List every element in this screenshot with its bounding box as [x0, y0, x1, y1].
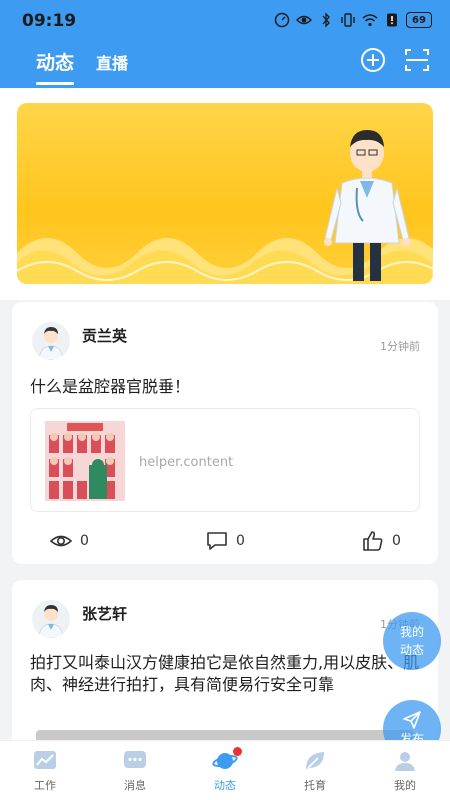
my-moments-button[interactable]: 我的 动态: [383, 612, 441, 670]
header-tabs: 动态 直播: [36, 48, 128, 85]
comment-icon: [207, 532, 227, 550]
top-bar: 09:19 69 动态 直播: [0, 0, 450, 88]
notification-badge: [233, 747, 242, 756]
thumbnail-image: [45, 421, 125, 501]
nav-label: 我的: [394, 779, 416, 792]
post-card[interactable]: 张艺轩 1分钟前 拍打又叫泰山汉方健康拍它是依自然重力,用以皮肤、肌肉、神经进行…: [12, 580, 438, 750]
post-time: 1分钟前: [380, 340, 420, 353]
tab-live[interactable]: 直播: [96, 50, 128, 85]
post-text: 什么是盆腔器官脱垂！: [30, 377, 191, 396]
sim-alert-icon: [387, 13, 397, 27]
nav-childcare[interactable]: 托育: [270, 741, 360, 800]
views-count: 0: [80, 533, 89, 549]
comments-count: 0: [236, 533, 245, 549]
user-icon: [395, 752, 415, 771]
avatar[interactable]: [32, 322, 70, 360]
leaf-icon: [306, 752, 324, 769]
status-icons: 69: [274, 12, 432, 28]
chart-icon: [34, 751, 56, 769]
nav-label: 动态: [214, 779, 236, 792]
link-preview[interactable]: helper.content: [30, 408, 420, 512]
bottom-nav: 工作 消息 动态 托育 我的: [0, 740, 450, 800]
post-author[interactable]: 张艺轩: [82, 603, 127, 624]
bluetooth-icon: [322, 12, 330, 28]
nav-label: 托育: [304, 779, 326, 792]
link-thumbnail: [45, 421, 125, 501]
link-text: helper.content: [139, 455, 234, 470]
nav-label: 消息: [124, 779, 146, 792]
nav-moments[interactable]: 动态: [180, 741, 270, 800]
banner[interactable]: [17, 103, 433, 284]
likes-stat[interactable]: 0: [362, 530, 401, 552]
tab-moments[interactable]: 动态: [36, 48, 75, 85]
post-text: 拍打又叫泰山汉方健康拍它是依自然重力,用以皮肤、肌肉、神经进行拍打，具有简便易行…: [30, 653, 420, 694]
wifi-icon: [362, 14, 378, 27]
thumbs-up-icon: [363, 531, 383, 551]
speed-icon: [274, 12, 290, 28]
message-icon: [124, 751, 146, 768]
doctor-avatar-icon: [38, 605, 64, 638]
my-moments-label-1: 我的: [399, 625, 424, 639]
header-actions: [360, 47, 430, 73]
my-moments-label-2: 动态: [399, 643, 424, 657]
doctor-avatar-icon: [38, 327, 64, 360]
vibrate-icon: [341, 13, 355, 27]
add-circle-icon[interactable]: [360, 47, 386, 73]
eye-icon: [296, 15, 312, 25]
likes-count: 0: [392, 533, 401, 549]
nav-label: 工作: [34, 779, 56, 792]
nav-work[interactable]: 工作: [0, 741, 90, 800]
banner-section: [0, 88, 450, 300]
avatar[interactable]: [32, 600, 70, 638]
scan-icon[interactable]: [404, 47, 430, 73]
banner-illustration: [17, 130, 433, 284]
post-author[interactable]: 贡兰英: [82, 325, 127, 346]
comments-stat[interactable]: 0: [206, 530, 245, 552]
post-card[interactable]: 贡兰英 1分钟前 什么是盆腔器官脱垂！ helper.content 0 0 0: [12, 302, 438, 564]
battery-indicator: 69: [406, 12, 432, 28]
views-stat[interactable]: 0: [50, 530, 89, 552]
send-icon: [403, 711, 421, 729]
nav-profile[interactable]: 我的: [360, 741, 450, 800]
status-time: 09:19: [22, 11, 77, 31]
status-bar: 09:19 69: [0, 0, 450, 44]
nav-messages[interactable]: 消息: [90, 741, 180, 800]
eye-icon: [50, 535, 72, 547]
